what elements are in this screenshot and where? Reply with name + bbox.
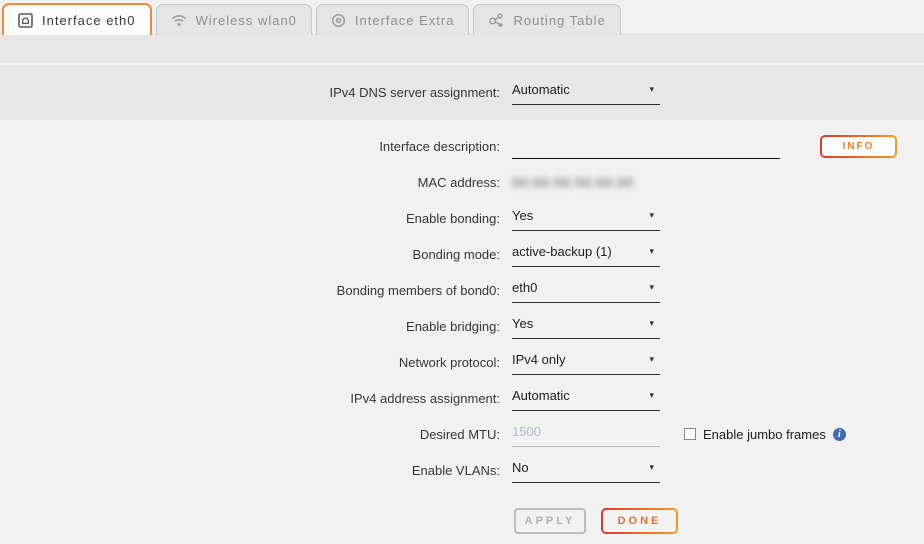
ipv4-assignment-row: IPv4 address assignment: Automatic ▾ — [0, 380, 924, 416]
enable-bridging-value: Yes — [512, 316, 533, 331]
dropdown-arrow-icon: ▾ — [649, 85, 654, 94]
description-row: Interface description: — [0, 128, 924, 164]
tab-interface-eth0[interactable]: Interface eth0 — [2, 3, 152, 35]
share-nodes-icon — [488, 12, 504, 28]
dropdown-arrow-icon: ▾ — [649, 319, 654, 328]
tab-label: Interface eth0 — [42, 13, 136, 28]
enable-bonding-select[interactable]: Yes ▾ — [512, 206, 660, 231]
tab-wireless-wlan0[interactable]: Wireless wlan0 — [156, 4, 312, 35]
dropdown-arrow-icon: ▾ — [649, 391, 654, 400]
mac-address-label: MAC address: — [0, 175, 500, 190]
dns-assignment-value: Automatic — [512, 82, 570, 97]
enable-jumbo-frames-checkbox[interactable] — [684, 428, 696, 440]
enable-bonding-value: Yes — [512, 208, 533, 223]
target-circles-icon — [331, 13, 346, 28]
network-protocol-value: IPv4 only — [512, 352, 565, 367]
bonding-members-label: Bonding members of bond0: — [0, 283, 500, 298]
done-button[interactable]: DONE — [601, 508, 678, 534]
interface-description-input[interactable] — [512, 134, 780, 159]
bonding-members-value: eth0 — [512, 280, 537, 295]
network-protocol-select[interactable]: IPv4 only ▾ — [512, 350, 660, 375]
apply-button[interactable]: APPLY — [514, 508, 586, 534]
tab-interface-extra[interactable]: Interface Extra — [316, 4, 470, 35]
bonding-mode-value: active-backup (1) — [512, 244, 612, 259]
network-protocol-row: Network protocol: IPv4 only ▾ — [0, 344, 924, 380]
enable-vlans-select[interactable]: No ▾ — [512, 458, 660, 483]
mtu-row: Desired MTU: Enable jumbo frames i — [0, 416, 924, 452]
dropdown-arrow-icon: ▾ — [649, 247, 654, 256]
tab-bar: Interface eth0 Wireless wlan0 Interface … — [2, 3, 621, 35]
bonding-members-row: Bonding members of bond0: eth0 ▾ — [0, 272, 924, 308]
enable-bonding-row: Enable bonding: Yes ▾ — [0, 200, 924, 236]
tab-label: Routing Table — [513, 13, 605, 28]
ethernet-interface-icon — [18, 13, 33, 28]
enable-vlans-value: No — [512, 460, 529, 475]
enable-vlans-label: Enable VLANs: — [0, 463, 500, 478]
enable-bridging-select[interactable]: Yes ▾ — [512, 314, 660, 339]
enable-bridging-label: Enable bridging: — [0, 319, 500, 334]
dropdown-arrow-icon: ▾ — [649, 211, 654, 220]
mtu-label: Desired MTU: — [0, 427, 500, 442]
desired-mtu-input[interactable] — [512, 422, 660, 447]
jumbo-info-icon[interactable]: i — [833, 428, 846, 441]
ipv4-assignment-value: Automatic — [512, 388, 570, 403]
bonding-mode-select[interactable]: active-backup (1) ▾ — [512, 242, 660, 267]
bonding-mode-row: Bonding mode: active-backup (1) ▾ — [0, 236, 924, 272]
form-actions: APPLY DONE — [514, 508, 678, 534]
dropdown-arrow-icon: ▾ — [649, 463, 654, 472]
jumbo-frames-group: Enable jumbo frames i — [684, 427, 846, 442]
mac-address-value-blurred: 00:00:00:00:00:00 — [512, 175, 634, 190]
interface-form: Interface description: MAC address: 00:0… — [0, 128, 924, 488]
network-protocol-label: Network protocol: — [0, 355, 500, 370]
description-label: Interface description: — [0, 139, 500, 154]
enable-vlans-row: Enable VLANs: No ▾ — [0, 452, 924, 488]
dropdown-arrow-icon: ▾ — [649, 283, 654, 292]
dns-assignment-select[interactable]: Automatic ▾ — [512, 80, 660, 105]
bonding-members-select[interactable]: eth0 ▾ — [512, 278, 660, 303]
dns-assignment-label: IPv4 DNS server assignment: — [0, 85, 500, 100]
done-button-label: DONE — [603, 510, 676, 532]
wifi-icon — [171, 14, 187, 27]
tab-label: Interface Extra — [355, 13, 455, 28]
dropdown-arrow-icon: ▾ — [649, 355, 654, 364]
mac-address-row: MAC address: 00:00:00:00:00:00 — [0, 164, 924, 200]
collapsed-section-band — [0, 33, 924, 63]
ipv4-assignment-label: IPv4 address assignment: — [0, 391, 500, 406]
ipv4-assignment-select[interactable]: Automatic ▾ — [512, 386, 660, 411]
tab-label: Wireless wlan0 — [196, 13, 297, 28]
enable-jumbo-frames-label: Enable jumbo frames — [703, 427, 826, 442]
bonding-mode-label: Bonding mode: — [0, 247, 500, 262]
tab-routing-table[interactable]: Routing Table — [473, 4, 620, 35]
dns-section: IPv4 DNS server assignment: Automatic ▾ — [0, 65, 924, 120]
dns-assignment-row: IPv4 DNS server assignment: Automatic ▾ — [0, 74, 924, 110]
enable-bonding-label: Enable bonding: — [0, 211, 500, 226]
enable-bridging-row: Enable bridging: Yes ▾ — [0, 308, 924, 344]
